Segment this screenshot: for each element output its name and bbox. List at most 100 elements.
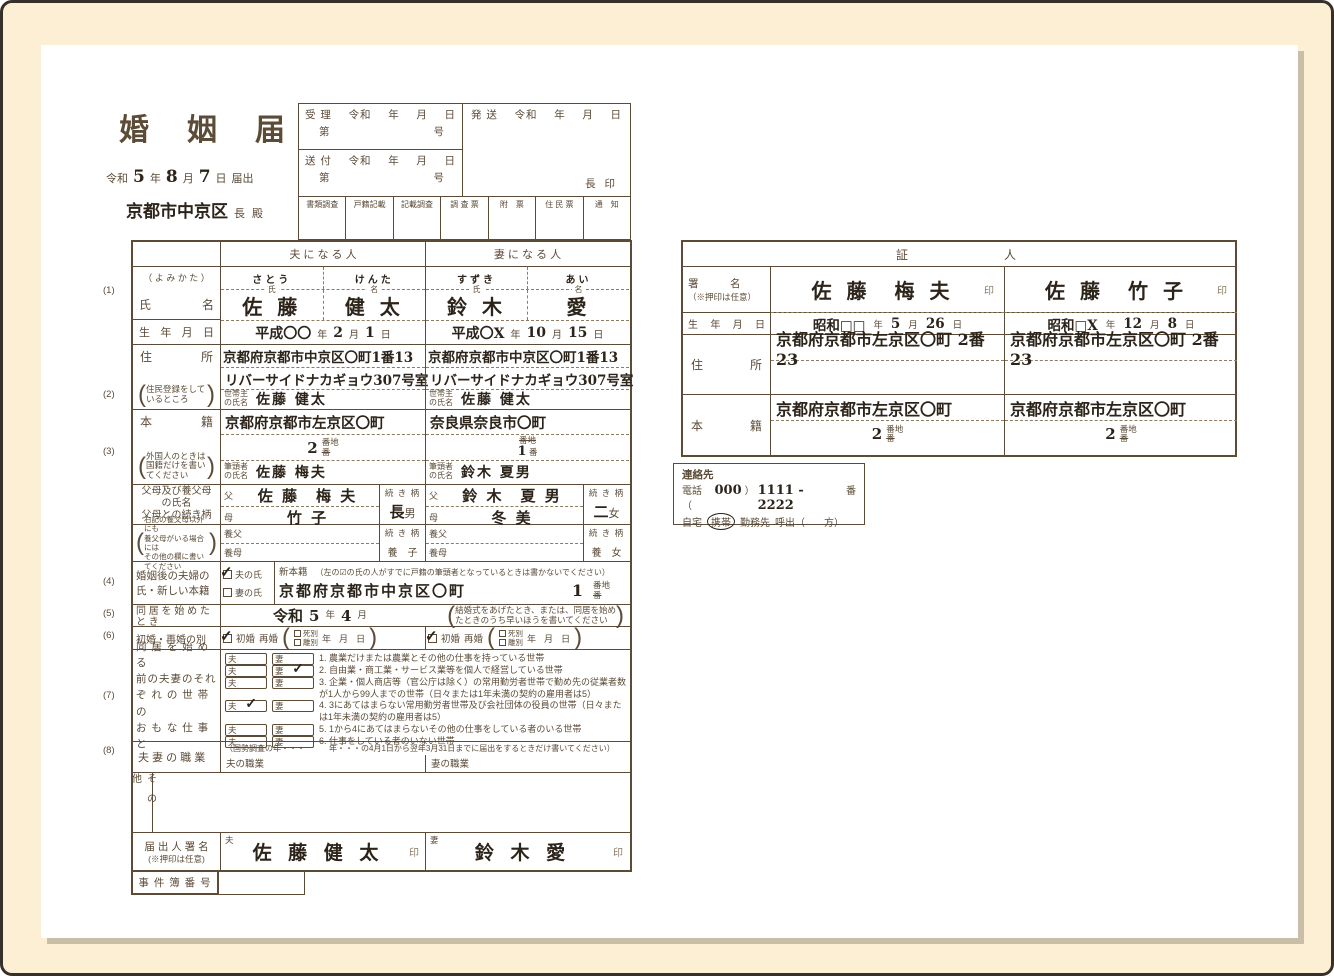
dob-l1: 生 xyxy=(139,324,150,340)
remarriage-option-label: 再婚 xyxy=(464,631,483,645)
name-label-cell: （ よ み か た ） 氏 名 生 年 月 日 xyxy=(133,267,221,344)
husband-parents-cell: 父佐 藤 梅 夫 母竹 子 続 き 柄 長男 xyxy=(221,485,425,524)
wife-tag: 妻 xyxy=(275,665,284,677)
address-section: 住所 (住民登録をして いるところ) 京都府京都市中京区〇町1番13 リバーサイ… xyxy=(133,344,630,409)
husband-seal-mark: 印 xyxy=(409,844,419,859)
sei-tag: 氏 xyxy=(470,284,484,295)
adopt-father-tag: 養父 xyxy=(429,527,447,540)
husband-banchi-stack: 番地番 xyxy=(322,438,339,457)
w-dob-1: 生 xyxy=(688,316,698,331)
reception-block: 受 理 令和 年 月 日 第 号 送 付 令和 年 xyxy=(298,103,631,240)
witness-sign-label-1: 署 名 xyxy=(688,276,765,291)
address-label-cell: 住所 (住民登録をして いるところ) xyxy=(133,345,221,409)
first-marriage-label: 初婚 xyxy=(441,631,460,645)
husband-dob-day: 1 xyxy=(365,325,375,341)
wife-option-checkbox: 妻 xyxy=(272,677,314,689)
contact-work-label: 勤務先 xyxy=(740,514,770,529)
form-title: 婚 姻 届 xyxy=(119,105,289,149)
husband-signature-cell: 夫 佐 藤 健 太 印 xyxy=(221,833,425,870)
husband-tag: 夫 xyxy=(228,653,237,665)
hittosha-tag: 筆頭者 の氏名 xyxy=(224,463,248,481)
new-honseki-note: （左の☑の氏の人がすでに戸籍の筆頭者となっているときは書かないでください） xyxy=(316,567,610,578)
wife-relation-suffix: 女 xyxy=(609,508,620,520)
shimei-l: 氏 xyxy=(139,296,151,313)
contact-phone: 電話（ 000 ） 1111 - 2222 番 xyxy=(682,482,856,513)
husband-dob-era: 平成〇〇 xyxy=(255,323,311,343)
reception-hasso-cell: 発 送 令和 年 月 日 長 印 xyxy=(463,104,630,196)
wife-honseki-place: 奈良県奈良市〇町 xyxy=(430,412,546,433)
witness2-signature-cell: 佐 藤 竹 子 印 xyxy=(1004,267,1237,312)
hon-l: 本 xyxy=(140,413,152,430)
strip-tsuchi: 通 知 xyxy=(584,197,630,239)
witness2-seal-mark: 印 xyxy=(1217,282,1227,297)
husband-option-checkbox: 夫 xyxy=(225,653,267,665)
husband-address-cell: 京都府京都市中京区〇町1番13 リバーサイドナカギョウ307号室 世帯主 の氏名… xyxy=(221,345,425,409)
w-hon-r: 籍 xyxy=(750,417,762,434)
row-number-6: (6) xyxy=(103,630,115,641)
new-honseki-cell: 新本籍（左の☑の氏の人がすでに戸籍の筆頭者となっているときは書かないでください）… xyxy=(275,562,630,604)
husband-honseki-place: 京都府京都市左京区〇町 xyxy=(225,412,385,433)
wife-option-checkbox: 妻 xyxy=(272,665,314,677)
month-unit: 月 xyxy=(183,170,194,186)
widowed-checkbox xyxy=(499,630,506,637)
signature-section: 届 出 人 署 名 (※押印は任意) 夫 佐 藤 健 太 印 妻 鈴 木 愛 印 xyxy=(133,832,630,870)
witness1-signature: 佐 藤 梅 夫 xyxy=(812,275,954,304)
phone-open: 電話（ xyxy=(682,482,712,512)
remarriage-option-label: 再婚 xyxy=(259,631,278,645)
husband-honseki-number: 2 xyxy=(307,439,317,457)
witness1-honseki-value: 京都府京都市左京区〇町 xyxy=(776,396,952,420)
phone-area-code: 000 xyxy=(715,483,742,498)
sofu-d: 日 xyxy=(444,153,456,168)
juri-no-suffix: 号 xyxy=(434,124,445,139)
name-section: （ よ み か た ） 氏 名 生 年 月 日 さとう けんた 氏 xyxy=(133,266,630,344)
case-number-label: 事 件 簿 番 号 xyxy=(131,872,219,895)
household-option-text: 1. 農業だけまたは農業とその他の仕事を持っている世帯 xyxy=(319,653,626,665)
reception-sofu-cell: 送 付 令和 年 月 日 第 号 xyxy=(299,149,462,195)
father-tag: 父 xyxy=(429,489,438,502)
contact-home-label: 自宅 xyxy=(682,514,702,529)
husband-option-checkbox: 夫 xyxy=(225,724,267,736)
witness1-signature-cell: 佐 藤 梅 夫 印 xyxy=(771,267,1004,312)
main-form: 夫 に な る 人 妻 に な る 人 （ よ み か た ） 氏 名 生 年 … xyxy=(131,240,632,895)
husband-tag: 夫 xyxy=(228,736,237,748)
husband-signature: 佐 藤 健 太 xyxy=(253,838,384,865)
hasso-y: 年 xyxy=(554,107,566,122)
wife-honseki-number: 1 xyxy=(518,444,527,459)
wife-address-line2: リバーサイドナカギョウ307号室 xyxy=(430,369,633,389)
husband-column-header: 夫 に な る 人 xyxy=(221,242,425,266)
other-field xyxy=(153,773,630,832)
divorced-label: 離別 xyxy=(508,639,523,647)
husband-householder-name: 佐藤 健太 xyxy=(256,389,327,409)
honseki-label-cell: 本籍 (外国人のときは 国籍だけを書い てください) xyxy=(133,410,221,484)
household-work-label: 同 居 を 始 め る 前の夫妻のそれ ぞ れ の 世 帯 の お も な 仕 … xyxy=(133,650,221,741)
reception-left: 受 理 令和 年 月 日 第 号 送 付 令和 年 xyxy=(299,104,463,196)
witness2-signature: 佐 藤 竹 子 xyxy=(1045,275,1187,304)
contact-kata-label: 方） xyxy=(824,514,844,529)
relation-tag: 続 き 柄 xyxy=(589,487,624,499)
strip-koseki-kisai: 戸籍記載 xyxy=(346,197,393,239)
witness-dob-label: 生 年 月 日 xyxy=(683,313,771,334)
filing-month-value: 8 xyxy=(166,167,178,187)
cohabit-cell: 令和 5 年 4 月 (結婚式をあげたとき、または、同居を始め たときのうち早い… xyxy=(221,605,630,626)
occupation-label: 夫 妻 の 職 業 xyxy=(133,742,221,772)
w-hon-l: 本 xyxy=(691,417,703,434)
wife-column-header: 妻 に な る 人 xyxy=(425,242,629,266)
husband-adopt-relation-cell: 続 き 柄 養 子 xyxy=(379,525,425,561)
reception-juri-cell: 受 理 令和 年 月 日 第 号 xyxy=(299,104,462,149)
row-number-2: (2) xyxy=(103,389,115,400)
household-option-text: 5. 1から4にあてはまらないその他の仕事をしている者のいる世帯 xyxy=(319,724,626,736)
husband-surname-label: 夫の氏 xyxy=(235,568,262,581)
other-label-cell: その他 xyxy=(133,773,153,832)
husband-relation-value: 長 xyxy=(389,503,404,521)
widowed-label: 死別 xyxy=(303,630,318,638)
husband-hittosha-name: 佐藤 梅夫 xyxy=(256,462,327,482)
sofu-no-suffix: 号 xyxy=(434,170,445,185)
recipient-line: 京都市中京区 長 殿 xyxy=(126,197,265,222)
mother-tag: 母 xyxy=(224,511,233,524)
husband-surname-checkbox xyxy=(223,570,232,579)
other-section: その他 xyxy=(133,772,630,832)
hasso-label: 発 送 xyxy=(471,107,498,122)
husband-address-line1: 京都府京都市中京区〇町1番13 xyxy=(223,346,413,366)
yomikata-label: （ よ み か た ） xyxy=(133,267,220,289)
wife-dob-era: 平成〇X xyxy=(452,323,505,343)
